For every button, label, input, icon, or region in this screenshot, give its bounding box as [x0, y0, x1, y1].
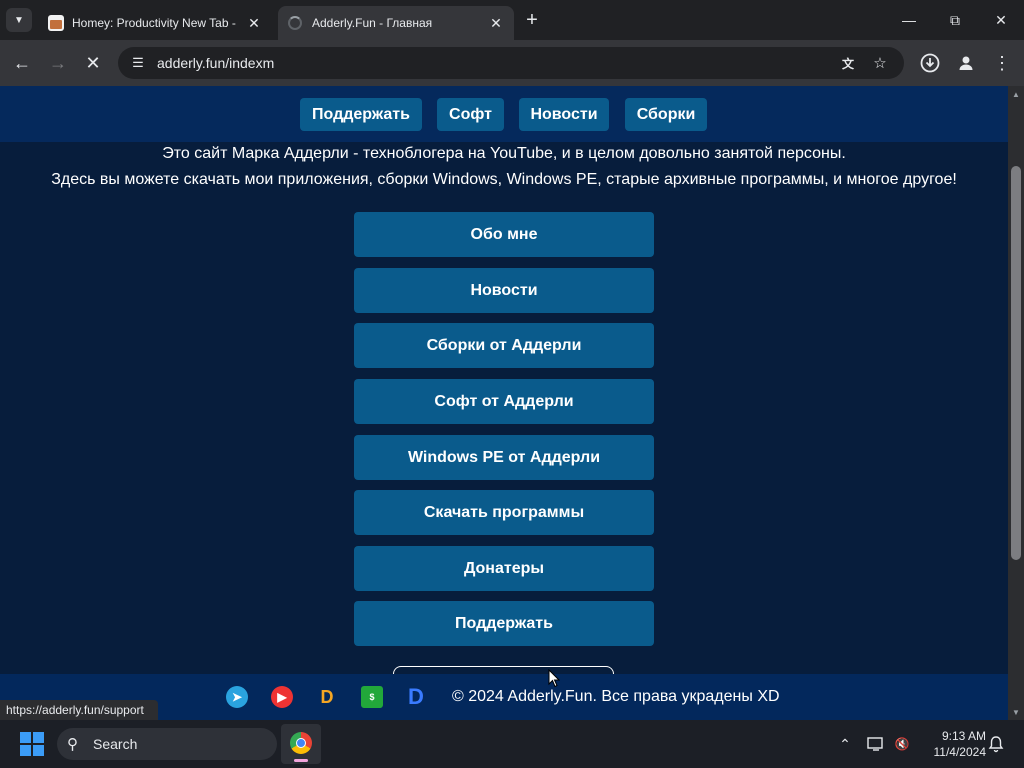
menu-software[interactable]: Софт от Аддерли [354, 379, 654, 424]
more-vertical-icon: ⋮ [993, 52, 1011, 73]
site-nav: Поддержать Софт Новости Сборки [0, 86, 1008, 142]
translate-button[interactable]: 文 [836, 51, 860, 75]
star-icon: ☆ [873, 55, 887, 72]
tab-homey[interactable]: Homey: Productivity New Tab - ✕ [38, 6, 272, 40]
telegram-icon[interactable]: ➤ [226, 686, 248, 708]
nav-support[interactable]: Поддержать [300, 98, 422, 131]
arrow-right-icon: → [49, 52, 67, 73]
clock-time: 9:13 AM [941, 729, 986, 743]
chevron-down-icon: ▼ [14, 14, 24, 26]
menu-download-programs[interactable]: Скачать программы [354, 490, 654, 535]
site-info-button[interactable]: ☰ [126, 51, 150, 75]
scroll-down-icon[interactable]: ▼ [1008, 704, 1024, 720]
network-icon[interactable] [866, 734, 886, 754]
taskbar: ⚲ Search ⌃ 🔇 9:13 AM 11/4/2024 [0, 720, 1024, 768]
speaker-icon: 🔇 [894, 737, 910, 751]
mouse-cursor-icon [548, 669, 560, 688]
stop-loading-button[interactable]: ✕ [79, 49, 107, 77]
downloads-button[interactable] [916, 49, 944, 77]
loading-spinner-icon [288, 16, 302, 30]
intro-text-line1: Это сайт Марка Аддерли - техноблогера на… [162, 145, 846, 162]
clock-date: 11/4/2024 [933, 745, 987, 759]
bell-icon [988, 736, 1004, 753]
active-indicator [294, 759, 308, 762]
address-bar[interactable]: ☰ adderly.fun/indexm 文 ☆ [118, 47, 904, 79]
browser-toolbar: ← → ✕ ☰ adderly.fun/indexm 文 ☆ ⋮ [0, 40, 1024, 86]
tune-icon: ☰ [132, 55, 144, 70]
arrow-left-icon: ← [13, 52, 31, 73]
donation-icon[interactable]: $ [361, 686, 383, 708]
taskbar-clock[interactable]: 9:13 AM 11/4/2024 [920, 728, 987, 760]
menu-about[interactable]: Обо мне [354, 212, 654, 257]
plus-icon: + [526, 8, 538, 31]
close-icon: ✕ [85, 52, 101, 73]
profile-button[interactable] [952, 49, 980, 77]
scroll-up-icon[interactable]: ▲ [1008, 86, 1024, 102]
back-button[interactable]: ← [8, 49, 36, 77]
tab-strip: ▼ Homey: Productivity New Tab - ✕ Adderl… [0, 0, 1024, 40]
search-icon: ⚲ [67, 736, 78, 753]
close-icon: ✕ [995, 11, 1007, 28]
tab-title: Adderly.Fun - Главная [312, 16, 433, 30]
close-window-button[interactable]: ✕ [978, 0, 1024, 40]
link-status-bubble: https://adderly.fun/support [0, 700, 158, 720]
intro-text-line2: Здесь вы можете скачать мои приложения, … [51, 171, 957, 188]
new-tab-button[interactable]: + [520, 8, 544, 32]
volume-muted-icon[interactable]: 🔇 [892, 734, 912, 754]
menu-donators[interactable]: Донатеры [354, 546, 654, 591]
tab-favicon-icon [48, 15, 64, 31]
minimize-button[interactable]: — [886, 0, 932, 40]
menu-button[interactable]: ⋮ [988, 49, 1016, 77]
bookmark-button[interactable]: ☆ [868, 51, 892, 75]
tray-overflow-button[interactable]: ⌃ [835, 734, 855, 754]
menu-news[interactable]: Новости [354, 268, 654, 313]
menu-builds[interactable]: Сборки от Аддерли [354, 323, 654, 368]
url-text[interactable]: adderly.fun/indexm [157, 55, 274, 71]
minimize-icon: — [902, 12, 916, 28]
download-icon [920, 53, 940, 73]
copyright-text: © 2024 Adderly.Fun. Все права украдены X… [452, 688, 780, 705]
menu-windows-pe[interactable]: Windows PE от Аддерли [354, 435, 654, 480]
notifications-button[interactable] [986, 734, 1006, 754]
restore-icon: ⧉ [950, 11, 960, 28]
nav-news[interactable]: Новости [519, 98, 609, 131]
close-icon[interactable]: ✕ [246, 15, 262, 31]
chevron-up-icon: ⌃ [839, 735, 851, 752]
close-icon[interactable]: ✕ [488, 15, 504, 31]
tab-search-button[interactable]: ▼ [6, 8, 32, 32]
scroll-thumb[interactable] [1011, 166, 1021, 560]
windows-start-icon[interactable] [20, 732, 44, 756]
nav-software[interactable]: Софт [437, 98, 504, 131]
boosty-icon[interactable]: D [316, 686, 338, 708]
translate-icon: 文 [841, 56, 854, 71]
forward-button[interactable]: → [44, 49, 72, 77]
chrome-taskbar-button[interactable] [281, 724, 321, 764]
menu-support[interactable]: Поддержать [354, 601, 654, 646]
restore-button[interactable]: ⧉ [932, 0, 978, 40]
tab-adderly[interactable]: Adderly.Fun - Главная ✕ [278, 6, 514, 40]
youtube-icon[interactable]: ▶ [271, 686, 293, 708]
tab-title: Homey: Productivity New Tab - [72, 16, 236, 30]
page-scrollbar[interactable]: ▲ ▼ [1008, 86, 1024, 720]
page-viewport: Поддержать Софт Новости Сборки Это сайт … [0, 86, 1008, 720]
d-logo-icon[interactable]: D [405, 684, 427, 709]
taskbar-search[interactable]: ⚲ Search [57, 728, 277, 760]
chrome-icon [290, 732, 312, 754]
network-monitor-icon [867, 737, 883, 751]
nav-builds[interactable]: Сборки [625, 98, 707, 131]
person-icon [959, 56, 973, 70]
search-label: Search [93, 736, 138, 752]
